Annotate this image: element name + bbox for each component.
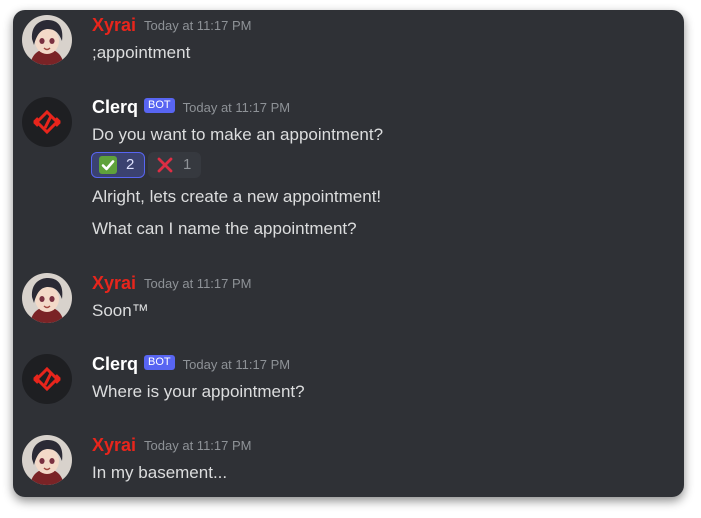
username[interactable]: Xyrai [92,435,136,455]
message-header: Xyrai Today at 11:17 PM [92,435,251,457]
reaction-count: 1 [183,156,192,173]
reaction-check[interactable]: 2 [91,152,145,178]
timestamp[interactable]: Today at 11:17 PM [144,276,251,291]
username[interactable]: Xyrai [92,15,136,35]
anime-avatar-icon [22,273,72,323]
reaction-count: 2 [126,156,135,173]
user-avatar[interactable] [22,273,72,323]
timestamp[interactable]: Today at 11:17 PM [183,100,290,115]
username[interactable]: Clerq [92,354,138,374]
message-text: Alright, lets create a new appointment! [92,187,382,206]
message-header: Xyrai Today at 11:17 PM [92,273,251,295]
chat-panel: Xyrai Today at 11:17 PM ;appointment Cler… [13,10,684,497]
bot-tag: BOT [144,98,175,113]
cross-mark-icon [156,156,174,174]
check-mark-button-icon [99,156,117,174]
reaction-cross[interactable]: 1 [148,152,201,178]
message-text: What can I name the appointment? [92,219,357,238]
message-text: In my basement... [92,463,228,482]
anime-avatar-icon [22,435,72,485]
timestamp[interactable]: Today at 11:17 PM [183,357,290,372]
bot-tag: BOT [144,355,175,370]
message-header: Clerq BOT Today at 11:17 PM [92,97,290,119]
message-header: Clerq BOT Today at 11:17 PM [92,354,290,376]
message-text: Where is your appointment? [92,382,305,401]
message-text: Do you want to make an appointment? [92,125,384,144]
timestamp[interactable]: Today at 11:17 PM [144,18,251,33]
anime-avatar-icon [22,15,72,65]
timestamp[interactable]: Today at 11:17 PM [144,438,251,453]
message-text: Soon™ [92,301,149,320]
red-diamond-logo-icon [22,97,72,147]
bot-avatar[interactable] [22,354,72,404]
user-avatar[interactable] [22,15,72,65]
red-diamond-logo-icon [22,354,72,404]
message-text: ;appointment [92,43,191,62]
user-avatar[interactable] [22,435,72,485]
bot-avatar[interactable] [22,97,72,147]
username[interactable]: Clerq [92,97,138,117]
message-header: Xyrai Today at 11:17 PM [92,15,251,37]
username[interactable]: Xyrai [92,273,136,293]
